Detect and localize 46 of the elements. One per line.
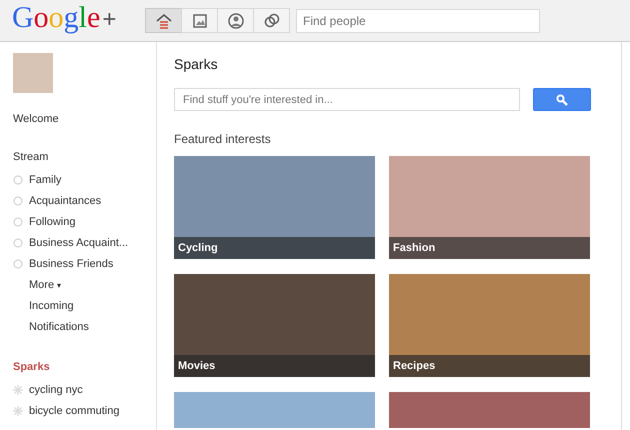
circle-link[interactable]: Business Friends — [29, 258, 114, 270]
search-field[interactable]: Find people — [296, 8, 540, 32]
circle-icon — [13, 258, 23, 268]
spark-icon — [13, 406, 23, 416]
nav-tab[interactable] — [217, 8, 254, 33]
tile-caption: Movies — [174, 355, 375, 377]
nav-tab[interactable] — [253, 8, 290, 33]
stream-link[interactable]: Stream — [13, 151, 156, 163]
spark-icon — [13, 384, 23, 394]
interest-tile[interactable] — [174, 392, 375, 428]
interest-tile[interactable] — [389, 392, 590, 428]
circle-icon — [13, 238, 23, 248]
person-icon — [226, 12, 244, 30]
section-heading: Featured interests — [174, 132, 272, 146]
nav-tab[interactable] — [181, 8, 218, 33]
picture-icon — [190, 12, 208, 30]
page-title: Sparks — [174, 56, 219, 72]
interest-search-field[interactable]: Find stuff you're interested in... — [174, 88, 520, 111]
tile-caption: Cycling — [174, 237, 375, 259]
circle-icon — [13, 174, 23, 184]
google-plus-logo[interactable]: Google+ — [12, 2, 145, 36]
circle-link[interactable]: Family — [29, 174, 62, 186]
avatar-placeholder — [13, 53, 53, 93]
circle-link[interactable]: Acquaintances — [29, 194, 102, 206]
circle-link[interactable]: Business Acquaint... — [29, 236, 128, 248]
more-menu[interactable]: More ▾ — [29, 278, 62, 290]
circle-icon — [13, 216, 23, 226]
tile-caption: Fashion — [389, 237, 590, 259]
spark-link[interactable]: cycling nyc — [29, 384, 83, 396]
circle-link[interactable]: Following — [29, 216, 76, 228]
search-icon — [556, 94, 568, 106]
search-button[interactable] — [533, 88, 591, 111]
stream-filter-link[interactable]: Incoming — [29, 300, 74, 312]
welcome-link[interactable]: Welcome — [13, 113, 156, 125]
interest-tile[interactable]: Fashion — [389, 156, 590, 259]
spark-link[interactable]: bicycle commuting — [29, 404, 120, 416]
circle-icon — [13, 196, 23, 206]
nav-tab[interactable] — [145, 8, 182, 33]
interest-tile[interactable]: Cycling — [174, 156, 375, 259]
stream-filter-link[interactable]: Notifications — [29, 320, 89, 332]
interest-tile[interactable]: Movies — [174, 274, 375, 377]
home-icon — [154, 12, 172, 30]
sparks-heading[interactable]: Sparks — [13, 361, 156, 373]
tile-caption: Recipes — [389, 355, 590, 377]
circles-icon — [262, 12, 280, 30]
interest-tile[interactable]: Recipes — [389, 274, 590, 377]
